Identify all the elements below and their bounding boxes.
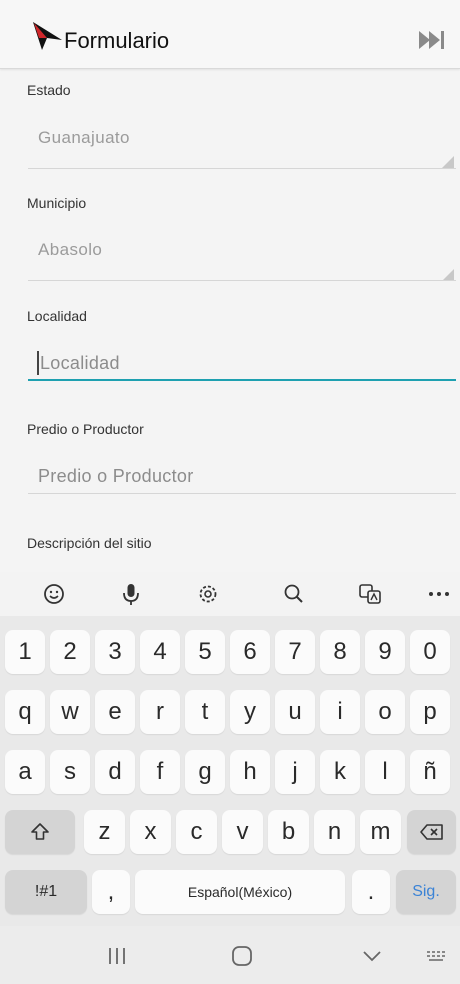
key-letter-row3-2[interactable]: c — [176, 810, 217, 854]
estado-underline — [28, 168, 456, 169]
key-letter-row3-0[interactable]: z — [84, 810, 125, 854]
app-bar: Formulario — [0, 0, 460, 69]
symbols-key[interactable]: !#1 — [5, 870, 87, 914]
key-letter-row2-9[interactable]: ñ — [410, 750, 450, 794]
key-letter-row1-4[interactable]: t — [185, 690, 225, 734]
key-letter-row1-8[interactable]: o — [365, 690, 405, 734]
key-letter-row1-0[interactable]: q — [5, 690, 45, 734]
key-letter-row1-6[interactable]: u — [275, 690, 315, 734]
key-number-0[interactable]: 1 — [5, 630, 45, 674]
more-icon[interactable] — [425, 580, 453, 608]
key-letter-row3-3[interactable]: v — [222, 810, 263, 854]
recent-apps-icon[interactable] — [97, 940, 137, 972]
period-key[interactable]: . — [352, 870, 390, 914]
space-key[interactable]: Español(México) — [135, 870, 345, 914]
key-letter-row2-1[interactable]: s — [50, 750, 90, 794]
text-caret — [37, 351, 39, 375]
key-letter-row3-1[interactable]: x — [130, 810, 171, 854]
translate-icon[interactable] — [356, 580, 384, 608]
key-letter-row1-3[interactable]: r — [140, 690, 180, 734]
key-letter-row1-2[interactable]: e — [95, 690, 135, 734]
shift-key[interactable] — [5, 810, 75, 854]
backspace-icon — [419, 824, 443, 840]
key-number-4[interactable]: 5 — [185, 630, 225, 674]
municipio-value: Abasolo — [38, 240, 103, 259]
key-letter-row2-7[interactable]: k — [320, 750, 360, 794]
key-letter-row1-1[interactable]: w — [50, 690, 90, 734]
key-number-7[interactable]: 8 — [320, 630, 360, 674]
key-letter-row2-4[interactable]: g — [185, 750, 225, 794]
key-letter-row1-9[interactable]: p — [410, 690, 450, 734]
microphone-icon[interactable] — [117, 580, 145, 608]
estado-label: Estado — [27, 82, 71, 98]
next-key[interactable]: Sig. — [396, 870, 456, 914]
key-letter-row2-3[interactable]: f — [140, 750, 180, 794]
form: Estado Guanajuato Municipio Abasolo Loca… — [0, 68, 460, 563]
key-letter-row2-8[interactable]: l — [365, 750, 405, 794]
search-icon[interactable] — [280, 580, 308, 608]
municipio-label: Municipio — [27, 195, 87, 211]
skip-to-end-icon[interactable] — [418, 28, 446, 52]
key-number-3[interactable]: 4 — [140, 630, 180, 674]
predio-placeholder: Predio o Productor — [38, 466, 194, 486]
back-icon[interactable] — [352, 940, 392, 972]
keyboard-toolbar — [0, 572, 460, 616]
key-number-2[interactable]: 3 — [95, 630, 135, 674]
key-letter-row2-0[interactable]: a — [5, 750, 45, 794]
localidad-underline — [28, 379, 456, 381]
localidad-label: Localidad — [27, 308, 87, 324]
key-number-5[interactable]: 6 — [230, 630, 270, 674]
key-number-8[interactable]: 9 — [365, 630, 405, 674]
predio-underline — [28, 493, 456, 494]
dropdown-corner-icon — [442, 156, 454, 168]
settings-icon[interactable] — [194, 580, 222, 608]
keyboard-toggle-icon[interactable] — [418, 940, 458, 972]
home-icon[interactable] — [222, 940, 262, 972]
predio-label: Predio o Productor — [27, 421, 144, 437]
key-number-1[interactable]: 2 — [50, 630, 90, 674]
navigation-bar — [0, 926, 460, 984]
key-letter-row3-5[interactable]: n — [314, 810, 355, 854]
comma-key[interactable]: , — [92, 870, 130, 914]
key-letter-row1-7[interactable]: i — [320, 690, 360, 734]
keyboard: 1234567890 qwertyuiop asdfghjklñ zxcvbnm… — [0, 616, 460, 926]
key-letter-row2-2[interactable]: d — [95, 750, 135, 794]
localidad-placeholder: Localidad — [40, 353, 120, 373]
key-number-9[interactable]: 0 — [410, 630, 450, 674]
key-letter-row1-5[interactable]: y — [230, 690, 270, 734]
shift-arrow-icon — [31, 823, 49, 840]
key-number-6[interactable]: 7 — [275, 630, 315, 674]
key-letter-row2-5[interactable]: h — [230, 750, 270, 794]
estado-value: Guanajuato — [38, 128, 130, 147]
municipio-underline — [28, 280, 456, 281]
key-letter-row3-6[interactable]: m — [360, 810, 401, 854]
descripcion-label: Descripción del sitio — [27, 535, 152, 551]
app-title: Formulario — [64, 28, 170, 53]
key-letter-row3-4[interactable]: b — [268, 810, 309, 854]
backspace-key[interactable] — [407, 810, 456, 854]
key-letter-row2-6[interactable]: j — [275, 750, 315, 794]
app-logo-icon — [33, 22, 62, 50]
emoji-icon[interactable] — [40, 580, 68, 608]
